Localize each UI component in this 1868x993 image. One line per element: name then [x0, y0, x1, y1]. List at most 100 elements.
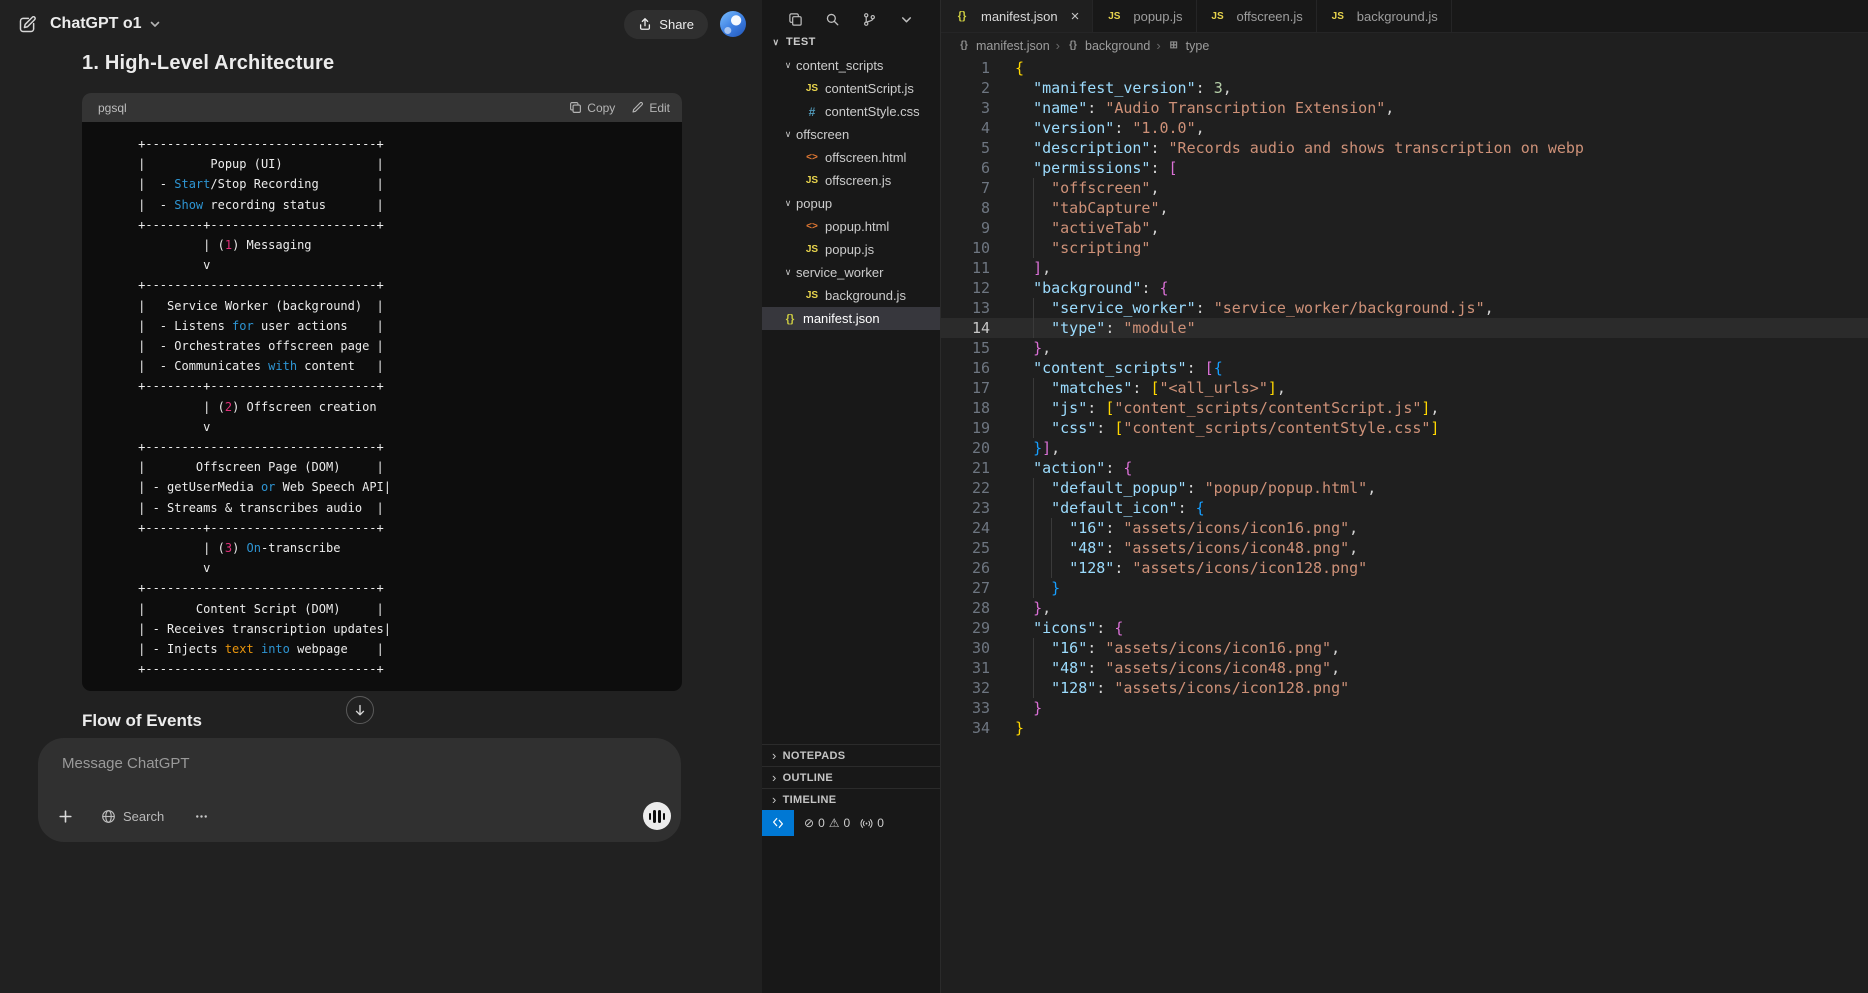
breadcrumb-item[interactable]: ⊞type	[1167, 39, 1210, 53]
tree-item-contentStyle.css[interactable]: #contentStyle.css	[762, 100, 940, 123]
share-button[interactable]: Share	[624, 10, 708, 39]
indent-guide	[1033, 498, 1034, 518]
line-content: "permissions": [	[1015, 158, 1178, 178]
tree-item-service_worker[interactable]: ∨service_worker	[762, 261, 940, 284]
sidebar-section-timeline[interactable]: ›TIMELINE	[762, 788, 940, 810]
code-line: v	[102, 558, 666, 578]
editor-line: 20 }],	[941, 438, 1868, 458]
line-number: 10	[941, 238, 990, 258]
tree-item-offscreen[interactable]: ∨offscreen	[762, 123, 940, 146]
message-input[interactable]: Message ChatGPT	[62, 755, 190, 772]
indent-guide	[1033, 298, 1034, 318]
indent-guide	[1033, 198, 1034, 218]
edit-label: Edit	[649, 101, 670, 115]
tree-item-offscreen.html[interactable]: <>offscreen.html	[762, 146, 940, 169]
html-icon: <>	[804, 152, 820, 163]
remote-icon	[771, 816, 785, 830]
attach-button[interactable]	[50, 801, 80, 831]
line-content: ],	[1015, 258, 1051, 278]
code-line: | Offscreen Page (DOM) |	[102, 457, 666, 477]
line-content: "icons": {	[1015, 618, 1123, 638]
line-content: },	[1015, 598, 1051, 618]
editor-line: 16 "content_scripts": [{	[941, 358, 1868, 378]
code-line: +--------------------------------+	[102, 659, 666, 679]
tree-item-label: contentScript.js	[825, 81, 914, 96]
new-chat-button[interactable]	[16, 13, 38, 35]
line-content: "manifest_version": 3,	[1015, 78, 1232, 98]
line-content: "offscreen",	[1015, 178, 1160, 198]
tree-item-content_scripts[interactable]: ∨content_scripts	[762, 54, 940, 77]
tab-popup.js[interactable]: JSpopup.js	[1093, 0, 1196, 32]
indent-guide	[1051, 518, 1052, 538]
breadcrumb: {}manifest.json›{}background›⊞type	[941, 33, 1868, 58]
avatar[interactable]	[720, 11, 746, 37]
ascii-architecture-diagram: +--------------------------------+ | Pop…	[82, 122, 682, 691]
indent-guide	[1033, 378, 1034, 398]
composer[interactable]: Message ChatGPT Search	[38, 738, 681, 842]
ports-indicator[interactable]: 0	[860, 816, 884, 830]
code-line: | Service Worker (background) |	[102, 296, 666, 316]
indent-guide	[1033, 678, 1034, 698]
tab-label: background.js	[1357, 9, 1438, 24]
sidebar-section-notepads[interactable]: ›NOTEPADS	[762, 744, 940, 766]
property-icon: ⊞	[1167, 40, 1181, 51]
tree-item-popup[interactable]: ∨popup	[762, 192, 940, 215]
tree-item-offscreen.js[interactable]: JSoffscreen.js	[762, 169, 940, 192]
js-icon: JS	[1106, 11, 1122, 22]
js-icon: JS	[1210, 11, 1226, 22]
line-number: 30	[941, 638, 990, 658]
copy-label: Copy	[587, 101, 615, 115]
breadcrumb-item[interactable]: {}manifest.json	[957, 39, 1050, 53]
line-number: 12	[941, 278, 990, 298]
problems-indicator[interactable]: ⊘ 0 ⚠ 0	[804, 816, 850, 830]
js-icon: JS	[804, 83, 820, 94]
editor-line: 33 }	[941, 698, 1868, 718]
editor-code[interactable]: 1{2 "manifest_version": 3,3 "name": "Aud…	[941, 58, 1868, 993]
tree-item-manifest.json[interactable]: {}manifest.json	[762, 307, 940, 330]
tab-offscreen.js[interactable]: JSoffscreen.js	[1197, 0, 1317, 32]
search-icon[interactable]	[824, 11, 840, 27]
voice-mode-button[interactable]	[643, 802, 671, 830]
copy-icon[interactable]	[787, 11, 803, 27]
edit-button[interactable]: Edit	[631, 101, 670, 115]
scroll-to-bottom-button[interactable]	[346, 696, 374, 724]
line-number: 26	[941, 558, 990, 578]
sidebar-section-outline[interactable]: ›OUTLINE	[762, 766, 940, 788]
line-number: 9	[941, 218, 990, 238]
line-content: "48": "assets/icons/icon48.png",	[1015, 658, 1340, 678]
tab-manifest.json[interactable]: {}manifest.json×	[941, 0, 1093, 32]
chevron-right-icon: ›	[772, 770, 777, 785]
code-line: +--------+-----------------------+	[102, 518, 666, 538]
remote-indicator[interactable]	[762, 810, 794, 836]
tree-item-background.js[interactable]: JSbackground.js	[762, 284, 940, 307]
breadcrumb-label: manifest.json	[976, 39, 1050, 53]
search-button[interactable]: Search	[90, 801, 175, 831]
section-label: TIMELINE	[783, 794, 837, 806]
json-icon: {}	[1066, 40, 1080, 51]
waveform-icon	[649, 813, 652, 820]
close-icon[interactable]: ×	[1071, 9, 1080, 24]
more-options-button[interactable]	[186, 801, 216, 831]
chevron-down-icon[interactable]	[898, 11, 914, 27]
copy-button[interactable]: Copy	[569, 101, 615, 115]
source-control-icon[interactable]	[861, 11, 877, 27]
tab-background.js[interactable]: JSbackground.js	[1317, 0, 1452, 32]
tree-item-contentScript.js[interactable]: JS contentScript.js	[762, 77, 940, 100]
editor-line: 23 "default_icon": {	[941, 498, 1868, 518]
line-content: "16": "assets/icons/icon16.png",	[1015, 638, 1340, 658]
tree-item-popup.html[interactable]: <>popup.html	[762, 215, 940, 238]
tree-item-popup.js[interactable]: JSpopup.js	[762, 238, 940, 261]
sidebar-toolbar	[762, 0, 940, 28]
explorer-section-header[interactable]: ∨ TEST	[762, 32, 940, 52]
chevron-down-icon	[149, 18, 161, 30]
line-content: "background": {	[1015, 278, 1169, 298]
editor-line: 4 "version": "1.0.0",	[941, 118, 1868, 138]
line-number: 19	[941, 418, 990, 438]
model-selector[interactable]: ChatGPT o1	[50, 15, 161, 33]
indent-guide	[1033, 538, 1034, 558]
editor-line: 2 "manifest_version": 3,	[941, 78, 1868, 98]
explorer-section-label: TEST	[786, 36, 816, 48]
breadcrumb-item[interactable]: {}background	[1066, 39, 1150, 53]
indent-guide	[1033, 398, 1034, 418]
line-content: "128": "assets/icons/icon128.png"	[1015, 558, 1367, 578]
